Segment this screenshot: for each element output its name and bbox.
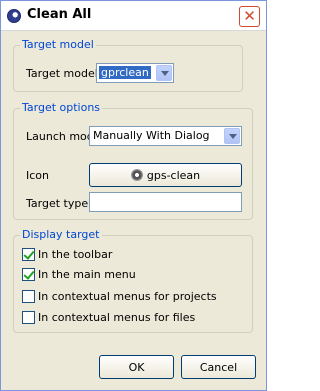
launch-mode-value: Manually With Dialog	[93, 129, 210, 142]
target-type-label: Target type	[26, 197, 89, 210]
target-model-value: gprclean	[99, 66, 151, 79]
target-type-input[interactable]	[89, 192, 242, 212]
icon-button-label: gps-clean	[146, 169, 201, 182]
gear-icon	[130, 169, 143, 181]
toolbar-checkbox-label: In the toolbar	[38, 248, 113, 261]
ok-button[interactable]: OK	[99, 355, 174, 379]
icon-label: Icon	[26, 169, 49, 182]
files-menu-checkbox-label: In contextual menus for files	[38, 311, 196, 324]
icon-select-button[interactable]: gps-clean	[89, 163, 242, 187]
close-button[interactable]: ✕	[239, 6, 260, 27]
chevron-down-icon[interactable]	[156, 65, 172, 81]
projects-menu-checkbox[interactable]	[22, 290, 35, 303]
display-target-legend: Display target	[20, 228, 102, 241]
eclipse-icon	[7, 9, 21, 23]
files-menu-checkbox[interactable]	[22, 311, 35, 324]
toolbar-checkbox[interactable]	[22, 248, 35, 261]
target-model-label: Target model	[26, 67, 98, 80]
cancel-button[interactable]: Cancel	[181, 355, 256, 379]
close-icon: ✕	[243, 7, 256, 25]
main-menu-checkbox[interactable]	[22, 268, 35, 281]
title-bar[interactable]: Clean All ✕	[1, 1, 266, 31]
clean-all-dialog: Clean All ✕ Target model Target model gp…	[0, 0, 267, 391]
target-model-select[interactable]: gprclean	[96, 63, 174, 83]
projects-menu-checkbox-label: In contextual menus for projects	[38, 290, 217, 303]
target-options-group: Target options Launch mode Manually With…	[13, 101, 253, 220]
main-menu-checkbox-label: In the main menu	[38, 268, 136, 281]
launch-mode-select[interactable]: Manually With Dialog	[89, 126, 242, 146]
chevron-down-icon[interactable]	[224, 128, 240, 144]
target-options-legend: Target options	[20, 101, 103, 114]
window-title: Clean All	[27, 7, 92, 22]
target-model-group: Target model Target model gprclean	[13, 38, 243, 92]
target-model-legend: Target model	[20, 38, 96, 51]
